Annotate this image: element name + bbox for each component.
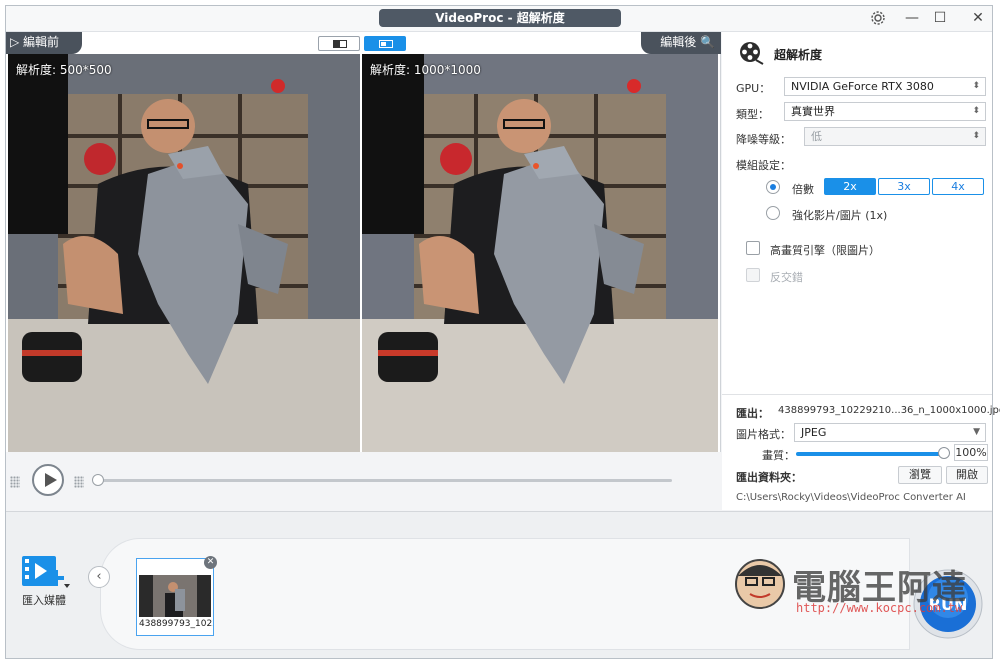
gpu-select[interactable]: NVIDIA GeForce RTX 3080 ⬍ — [784, 77, 986, 96]
enhance-radio[interactable] — [766, 206, 780, 220]
open-folder-button[interactable]: 開啟 — [946, 466, 988, 484]
thumbnail-image — [139, 575, 211, 617]
type-select[interactable]: 真實世界 ⬍ — [784, 102, 986, 121]
folder-path: C:\Users\Rocky\Videos\VideoProc Converte… — [736, 492, 966, 503]
quality-slider[interactable] — [796, 447, 950, 459]
preview-area: ▷ 編輯前 編輯後 🔍 解析度: 500*500 解析度: 1000*1000 — [6, 32, 721, 510]
updown-arrow-icon: ⬍ — [972, 81, 980, 91]
scale-radio[interactable] — [766, 180, 780, 194]
output-label: 匯出： — [736, 407, 769, 420]
media-tray — [100, 538, 910, 650]
close-icon[interactable]: ✕ — [204, 556, 217, 569]
type-value: 真實世界 — [791, 105, 835, 118]
after-resolution: 解析度: 1000*1000 — [370, 63, 481, 77]
drag-grip-icon — [10, 476, 20, 488]
play-button[interactable] — [32, 464, 64, 496]
window-title: VideoProc - 超解析度 — [379, 9, 621, 27]
quality-slider-handle[interactable] — [938, 447, 950, 459]
mode-label: 模組設定： — [736, 159, 791, 172]
title-bar: VideoProc - 超解析度 — ☐ ✕ — [6, 6, 992, 32]
settings-panel: 超解析度 GPU： NVIDIA GeForce RTX 3080 ⬍ 類型： 真… — [722, 32, 1000, 510]
divider — [722, 394, 992, 395]
watermark-logo — [732, 556, 788, 612]
drag-grip-icon — [74, 476, 84, 488]
close-button[interactable]: ✕ — [968, 10, 988, 26]
preview-before-image: 解析度: 500*500 — [8, 54, 360, 452]
before-tab[interactable]: ▷ 編輯前 — [6, 32, 82, 54]
scale-3x-button[interactable]: 3x — [878, 178, 930, 195]
quality-label: 畫質： — [762, 449, 795, 462]
gpu-label: GPU： — [736, 82, 771, 95]
import-media-label: 匯入媒體 — [22, 594, 66, 607]
format-value: JPEG — [801, 426, 827, 439]
playback-controls — [6, 452, 721, 510]
output-filename: 438899793_10229210...36_n_1000x1000.jpg — [778, 405, 1000, 416]
before-resolution: 解析度: 500*500 — [16, 63, 112, 77]
hq-engine-label: 高畫質引擎（限圖片） — [770, 244, 880, 257]
updown-arrow-icon: ⬍ — [972, 131, 980, 141]
denoise-select[interactable]: 低 ⬍ — [804, 127, 986, 146]
after-tab[interactable]: 編輯後 🔍 — [641, 32, 721, 54]
preview-header: ▷ 編輯前 編輯後 🔍 — [6, 32, 721, 54]
maximize-button[interactable]: ☐ — [930, 10, 950, 26]
format-select[interactable]: JPEG ▼ — [794, 423, 986, 442]
browse-button[interactable]: 瀏覽 — [898, 466, 942, 484]
seek-bar[interactable] — [92, 474, 672, 486]
folder-label: 匯出資料夾： — [736, 471, 802, 484]
scale-label: 倍數 — [792, 183, 814, 196]
type-label: 類型： — [736, 108, 769, 121]
enhance-label: 強化影片/圖片 (1x) — [792, 209, 888, 222]
watermark-url: http://www.kocpc.com.tw — [796, 601, 963, 615]
quality-value[interactable]: 100% — [954, 444, 988, 461]
dropdown-arrow-icon: ▼ — [973, 427, 980, 437]
denoise-value: 低 — [811, 130, 822, 143]
compare-toggle-split[interactable] — [318, 36, 360, 51]
scale-4x-button[interactable]: 4x — [932, 178, 984, 195]
thumbnail-label: 438899793_1022 — [139, 619, 213, 629]
hq-engine-checkbox[interactable] — [746, 241, 760, 255]
denoise-label: 降噪等級： — [736, 133, 791, 146]
panel-title: 超解析度 — [774, 48, 823, 62]
import-media-icon[interactable] — [20, 552, 72, 592]
format-label: 圖片格式： — [736, 428, 791, 441]
deinterlace-checkbox[interactable] — [746, 268, 760, 282]
minimize-button[interactable]: — — [902, 10, 922, 26]
scale-2x-button[interactable]: 2x — [824, 178, 876, 195]
media-thumbnail[interactable]: 438899793_1022 — [136, 558, 214, 636]
compare-toggle-side[interactable] — [364, 36, 406, 51]
gpu-value: NVIDIA GeForce RTX 3080 — [791, 80, 934, 93]
film-reel-icon — [738, 40, 764, 66]
seek-handle[interactable] — [92, 474, 104, 486]
preview-after-image: 解析度: 1000*1000 — [362, 54, 718, 452]
gear-icon[interactable] — [868, 10, 888, 30]
updown-arrow-icon: ⬍ — [972, 106, 980, 116]
deinterlace-label: 反交錯 — [770, 271, 803, 284]
chevron-left-icon[interactable]: ‹ — [88, 566, 110, 588]
